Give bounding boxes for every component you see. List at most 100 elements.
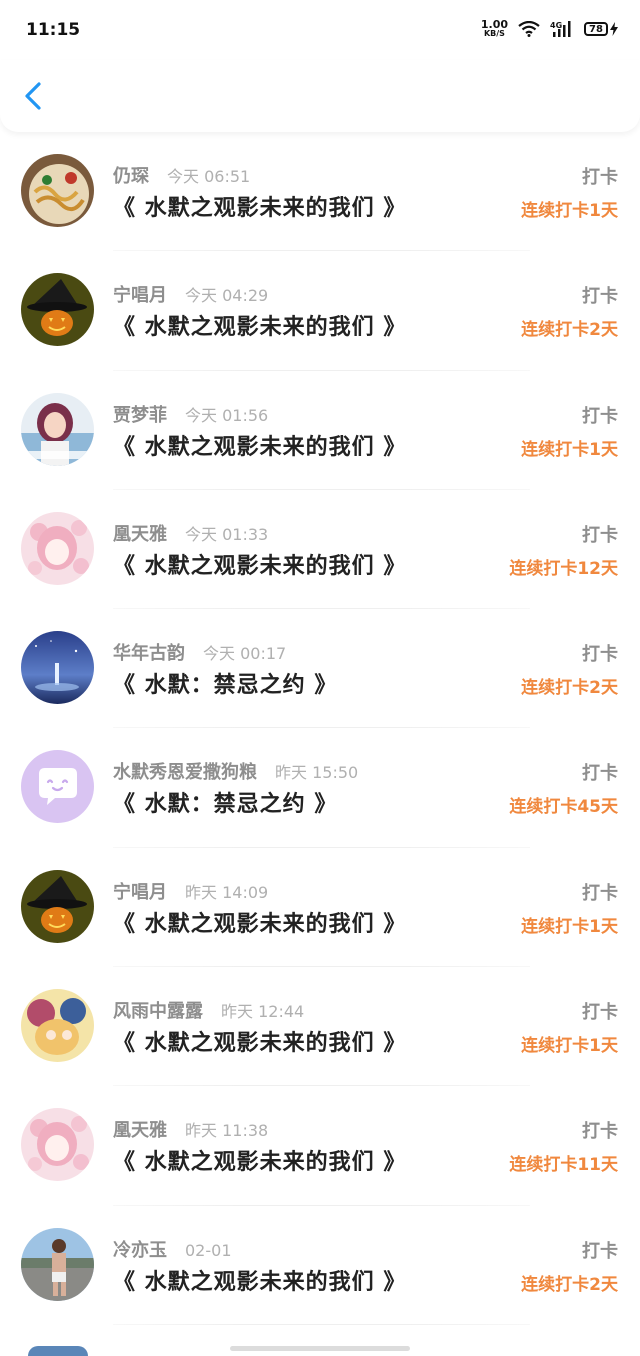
username[interactable]: 冷亦玉 — [113, 1236, 167, 1262]
person-photo-avatar-image — [21, 1227, 94, 1301]
timestamp: 今天 04:29 — [185, 286, 269, 306]
header-bar — [0, 60, 640, 132]
list-item[interactable]: 冷亦玉 02-01 《 水默之观影未来的我们 》 打卡 连续打卡2天 — [0, 1206, 640, 1325]
pumpkin-avatar-image — [21, 273, 94, 347]
username[interactable]: 凰天雅 — [113, 1116, 167, 1142]
name-line: 风雨中露露 昨天 12:44 — [113, 997, 304, 1023]
activity-type: 打卡 — [582, 405, 618, 427]
streak-count: 连续打卡12天 — [509, 558, 618, 579]
pumpkin-avatar-image — [21, 869, 94, 943]
name-line: 水默秀恩爱撒狗粮 昨天 15:50 — [113, 758, 358, 784]
list-item[interactable]: 宁唱月 昨天 14:09 《 水默之观影未来的我们 》 打卡 连续打卡1天 — [0, 848, 640, 968]
streak-count: 连续打卡1天 — [521, 439, 618, 460]
activity-type: 打卡 — [582, 524, 618, 546]
book-title[interactable]: 《 水默之观影未来的我们 》 — [113, 1025, 406, 1057]
activity-type: 打卡 — [582, 167, 618, 188]
username[interactable]: 水默秀恩爱撒狗粮 — [113, 758, 257, 784]
timestamp: 昨天 12:44 — [221, 1002, 305, 1022]
streak-count: 连续打卡2天 — [521, 1274, 618, 1295]
timestamp: 昨天 11:38 — [185, 1121, 269, 1141]
chat-bubble-avatar-image — [21, 750, 94, 824]
checkin-list: 仍琛 今天 06:51 《 水默之观影未来的我们 》 打卡 连续打卡1天 宁唱月… — [0, 132, 640, 1325]
book-title[interactable]: 《 水默：禁忌之约 》 — [113, 667, 337, 699]
username[interactable]: 宁唱月 — [113, 878, 167, 904]
battery-level: 78 — [584, 22, 608, 36]
streak-count: 连续打卡2天 — [521, 678, 618, 699]
avatar[interactable] — [21, 273, 94, 347]
book-title[interactable]: 《 水默之观影未来的我们 》 — [113, 429, 406, 461]
charging-bolt-icon — [610, 22, 618, 36]
avatar[interactable] — [21, 1108, 94, 1182]
username[interactable]: 风雨中露露 — [113, 997, 203, 1023]
list-item[interactable]: 仍琛 今天 06:51 《 水默之观影未来的我们 》 打卡 连续打卡1天 — [0, 132, 640, 252]
streak-count: 连续打卡11天 — [509, 1155, 618, 1176]
home-indicator — [230, 1346, 410, 1351]
name-line: 贾梦菲 今天 01:56 — [113, 401, 268, 427]
timestamp: 今天 06:51 — [167, 167, 251, 186]
name-line: 宁唱月 昨天 14:09 — [113, 878, 268, 904]
name-line: 凰天雅 昨天 11:38 — [113, 1116, 268, 1142]
list-item[interactable]: 风雨中露露 昨天 12:44 《 水默之观影未来的我们 》 打卡 连续打卡1天 — [0, 967, 640, 1087]
avatar[interactable] — [21, 1227, 94, 1301]
username[interactable]: 凰天雅 — [113, 520, 167, 546]
girl-avatar-image — [21, 392, 94, 466]
book-title[interactable]: 《 水默：禁忌之约 》 — [113, 786, 337, 818]
avatar[interactable] — [21, 511, 94, 585]
network-speed-value: 1.00 — [480, 18, 508, 31]
list-item[interactable]: 华年古韵 今天 00:17 《 水默：禁忌之约 》 打卡 连续打卡2天 — [0, 609, 640, 729]
username[interactable]: 仍琛 — [113, 162, 149, 188]
wifi-icon — [518, 21, 540, 37]
book-title[interactable]: 《 水默之观影未来的我们 》 — [113, 1144, 406, 1176]
activity-type: 打卡 — [582, 882, 618, 904]
avatar[interactable] — [21, 869, 94, 943]
name-line: 冷亦玉 02-01 — [113, 1236, 232, 1262]
list-item[interactable]: 贾梦菲 今天 01:56 《 水默之观影未来的我们 》 打卡 连续打卡1天 — [0, 371, 640, 490]
streak-count: 连续打卡1天 — [521, 201, 618, 221]
list-item[interactable]: 宁唱月 今天 04:29 《 水默之观影未来的我们 》 打卡 连续打卡2天 — [0, 251, 640, 371]
timestamp: 今天 01:33 — [185, 524, 269, 544]
avatar[interactable] — [21, 750, 94, 824]
back-button[interactable] — [18, 76, 54, 116]
avatar[interactable] — [21, 392, 94, 466]
username[interactable]: 华年古韵 — [113, 639, 185, 665]
next-item-avatar-partial — [28, 1346, 88, 1356]
book-title[interactable]: 《 水默之观影未来的我们 》 — [113, 1264, 406, 1296]
book-title[interactable]: 《 水默之观影未来的我们 》 — [113, 906, 406, 938]
network-speed-unit: KB/S — [483, 29, 505, 38]
timestamp: 昨天 14:09 — [185, 882, 269, 902]
list-item[interactable]: 凰天雅 昨天 11:38 《 水默之观影未来的我们 》 打卡 连续打卡11天 — [0, 1086, 640, 1206]
divider — [113, 1323, 530, 1325]
username[interactable]: 宁唱月 — [113, 281, 167, 307]
book-title[interactable]: 《 水默之观影未来的我们 》 — [113, 190, 406, 222]
streak-count: 连续打卡1天 — [521, 916, 618, 937]
network-speed: 1.00 KB/S — [480, 18, 508, 38]
galaxy-avatar-image — [21, 631, 94, 705]
list-item[interactable]: 水默秀恩爱撒狗粮 昨天 15:50 《 水默：禁忌之约 》 打卡 连续打卡45天 — [0, 728, 640, 848]
list-item[interactable]: 凰天雅 今天 01:33 《 水默之观影未来的我们 》 打卡 连续打卡12天 — [0, 490, 640, 610]
battery-indicator: 78 — [584, 22, 618, 36]
timestamp: 今天 00:17 — [203, 644, 287, 664]
noodles-avatar-image — [21, 154, 94, 227]
name-line: 宁唱月 今天 04:29 — [113, 281, 268, 307]
timestamp: 昨天 15:50 — [275, 763, 359, 783]
status-icons: 1.00 KB/S 4G 78 — [480, 18, 618, 38]
activity-type: 打卡 — [582, 763, 618, 785]
streak-count: 连续打卡1天 — [521, 1036, 618, 1057]
activity-type: 打卡 — [582, 1240, 618, 1262]
avatar[interactable] — [21, 631, 94, 705]
book-title[interactable]: 《 水默之观影未来的我们 》 — [113, 309, 406, 341]
status-time: 11:15 — [26, 20, 81, 40]
avatar[interactable] — [21, 154, 94, 227]
timestamp: 今天 01:56 — [185, 405, 269, 425]
timestamp: 02-01 — [185, 1240, 232, 1260]
name-line: 凰天雅 今天 01:33 — [113, 520, 268, 546]
name-line: 仍琛 今天 06:51 — [113, 162, 250, 188]
book-title[interactable]: 《 水默之观影未来的我们 》 — [113, 548, 406, 580]
username[interactable]: 贾梦菲 — [113, 401, 167, 427]
streak-count: 连续打卡2天 — [521, 320, 618, 341]
chevron-left-icon — [25, 82, 41, 110]
anime-pink-avatar-image — [21, 1108, 94, 1182]
signal-icon: 4G — [550, 20, 574, 38]
avatar[interactable] — [21, 989, 94, 1063]
streak-count: 连续打卡45天 — [509, 797, 618, 818]
